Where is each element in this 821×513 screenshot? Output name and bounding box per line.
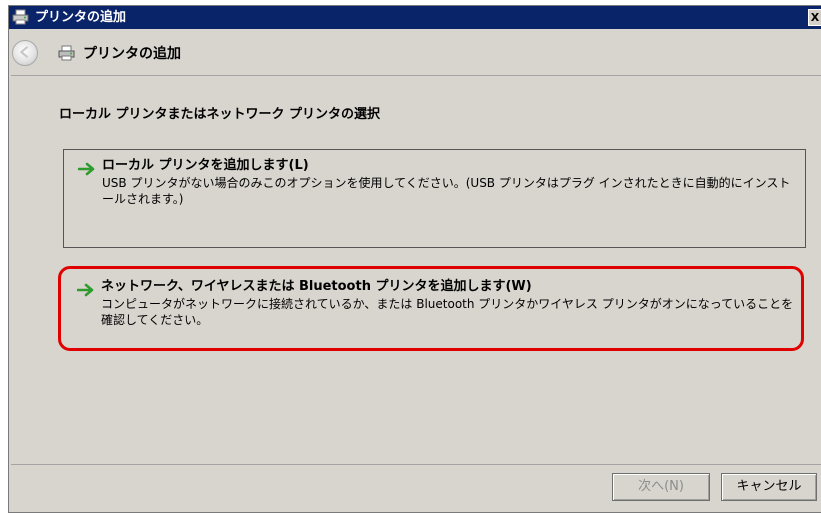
title-bar: プリンタの追加 X [9,6,821,29]
option-description: USB プリンタがない場合のみこのオプションを使用してください。(USB プリン… [102,176,791,206]
next-button[interactable]: 次へ(N) [612,473,710,501]
option-description: コンピュータがネットワークに接続されているか、または Bluetooth プリン… [101,297,794,327]
close-button[interactable]: X [808,9,821,26]
back-button[interactable] [12,40,38,66]
section-heading: ローカル プリンタまたはネットワーク プリンタの選択 [59,107,381,122]
add-local-printer-option[interactable]: ローカル プリンタを追加します(L) USB プリンタがない場合のみこのオプショ… [63,149,806,248]
option-title: ローカル プリンタを追加します(L) [102,158,309,173]
option-title: ネットワーク、ワイヤレスまたは Bluetooth プリンタを追加します(W) [101,279,532,294]
back-arrow-icon [20,46,28,58]
navigation-bar: プリンタの追加 [9,29,821,75]
printer-icon [12,9,29,25]
green-arrow-icon [78,162,95,176]
add-printer-window: プリンタの追加 X プリンタの追加 ローカル プリンタまたはネットワーク プリン… [8,5,821,513]
cancel-button[interactable]: キャンセル [721,473,817,501]
add-network-printer-option[interactable]: ネットワーク、ワイヤレスまたは Bluetooth プリンタを追加します(W) … [63,271,806,349]
printer-icon [58,45,75,61]
content-panel: ローカル プリンタまたはネットワーク プリンタの選択 ローカル プリンタを追加し… [11,75,821,465]
green-arrow-icon [77,283,94,297]
window-title: プリンタの追加 [35,10,127,25]
page-title: プリンタの追加 [83,46,181,62]
